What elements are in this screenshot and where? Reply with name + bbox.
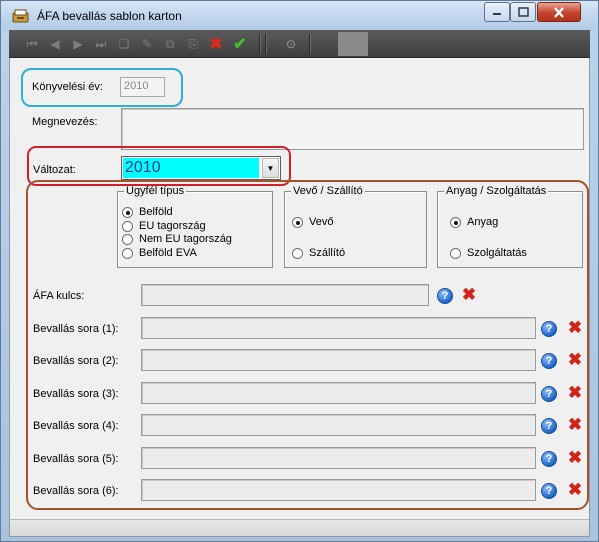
radio-belfold[interactable]: Belföld [122, 206, 173, 218]
toolbar-separator [265, 34, 267, 54]
client-type-group-title: Ügyfél típus [124, 185, 187, 197]
return-row-help-icon[interactable]: ? [541, 483, 557, 499]
new-icon: ❏ [118, 37, 130, 51]
radio-eu-tagorszag[interactable]: EU tagország [122, 220, 206, 232]
app-icon [12, 9, 29, 23]
return-row-clear-icon[interactable]: ✖ [567, 351, 583, 368]
next-icon: ▶ [73, 37, 83, 51]
new-record-button[interactable]: ❏ [115, 35, 133, 53]
accounting-year-label: Könyvelési év: [32, 81, 103, 93]
first-record-button[interactable]: ⏮ [23, 35, 41, 53]
return-row-label: Bevallás sora (3): [33, 388, 119, 400]
return-row-clear-icon[interactable]: ✖ [567, 481, 583, 498]
version-selected-value: 2010 [123, 158, 259, 178]
delete-icon: ✖ [209, 36, 223, 53]
maximize-icon [517, 7, 529, 17]
prev-icon: ◀ [50, 37, 60, 51]
return-row-label: Bevallás sora (6): [33, 485, 119, 497]
radio-belfold-eva[interactable]: Belföld EVA [122, 247, 197, 259]
radio-vevo[interactable]: Vevő [292, 216, 333, 228]
return-row-field[interactable] [141, 382, 536, 404]
accounting-year-field[interactable]: 2010 [120, 77, 165, 97]
radio-indicator [450, 247, 461, 259]
paste-icon: ⎘ [188, 36, 198, 51]
return-row-help-icon[interactable]: ? [541, 386, 557, 402]
return-row-field[interactable] [141, 349, 536, 371]
name-label: Megnevezés: [32, 116, 98, 128]
info-icon: ⊙ [285, 37, 297, 51]
vat-rate-help-icon[interactable]: ? [437, 288, 453, 304]
return-row-label: Bevallás sora (2): [33, 355, 119, 367]
version-select[interactable]: 2010 ▼ [121, 156, 281, 180]
prev-record-button[interactable]: ◀ [46, 35, 64, 53]
copy-record-button[interactable]: ⧉ [161, 35, 179, 53]
client-type-group: Ügyfél típus Belföld EU tagország Nem EU… [117, 185, 273, 268]
copy-icon: ⧉ [165, 36, 175, 51]
return-row-help-icon[interactable]: ? [541, 418, 557, 434]
last-record-button[interactable]: ⏭ [92, 35, 110, 53]
last-icon: ⏭ [95, 36, 107, 51]
edit-record-button[interactable]: ✎ [138, 35, 156, 53]
title-bar[interactable]: ÁFA bevallás sablon karton [1, 1, 598, 31]
radio-indicator [292, 216, 303, 228]
delete-record-button[interactable]: ✖ [207, 35, 225, 53]
radio-indicator [122, 233, 133, 245]
return-row-label: Bevallás sora (4): [33, 420, 119, 432]
radio-indicator [450, 216, 461, 228]
minimize-icon [493, 13, 501, 15]
first-icon: ⏮ [26, 36, 38, 51]
customer-supplier-group: Vevő / Szállító Vevő Szállító [284, 185, 427, 268]
toolbar-separator [259, 34, 261, 54]
close-button[interactable] [537, 2, 581, 22]
goods-services-group: Anyag / Szolgáltatás Anyag Szolgáltatás [437, 185, 583, 268]
paste-record-button[interactable]: ⎘ [184, 35, 202, 53]
goods-services-group-title: Anyag / Szolgáltatás [444, 185, 549, 197]
radio-indicator [122, 247, 133, 259]
chevron-down-icon[interactable]: ▼ [262, 158, 279, 178]
save-icon: ✔ [233, 36, 247, 53]
return-row-label: Bevallás sora (5): [33, 453, 119, 465]
toolbar-separator [309, 34, 311, 54]
return-row-clear-icon[interactable]: ✖ [567, 384, 583, 401]
return-row-field[interactable] [141, 447, 536, 469]
return-row-help-icon[interactable]: ? [541, 451, 557, 467]
minimize-button[interactable] [484, 2, 510, 22]
info-button[interactable]: ⊙ [282, 35, 300, 53]
close-icon [554, 6, 564, 18]
save-record-button[interactable]: ✔ [231, 35, 249, 53]
return-row-clear-icon[interactable]: ✖ [567, 319, 583, 336]
window-title: ÁFA bevallás sablon karton [37, 9, 182, 23]
version-label: Változat: [33, 164, 76, 176]
radio-indicator [122, 220, 133, 232]
return-row-field[interactable] [141, 317, 536, 339]
return-row-label: Bevallás sora (1): [33, 323, 119, 335]
radio-nem-eu-tagorszag[interactable]: Nem EU tagország [122, 233, 232, 245]
return-row-help-icon[interactable]: ? [541, 353, 557, 369]
radio-szolgaltatas[interactable]: Szolgáltatás [450, 247, 527, 259]
toolbar: ⏮ ◀ ▶ ⏭ ❏ ✎ ⧉ ⎘ ✖ ✔ ⊙ [9, 30, 590, 58]
return-row-field[interactable] [141, 479, 536, 501]
return-row-clear-icon[interactable]: ✖ [567, 449, 583, 466]
return-row-clear-icon[interactable]: ✖ [567, 416, 583, 433]
toolbar-blank-slot [338, 32, 368, 56]
name-field[interactable] [121, 108, 584, 150]
return-row-field[interactable] [141, 414, 536, 436]
return-row-help-icon[interactable]: ? [541, 321, 557, 337]
status-bar [10, 519, 589, 536]
customer-supplier-group-title: Vevő / Szállító [291, 185, 365, 197]
vat-rate-field[interactable] [141, 284, 429, 306]
radio-indicator [122, 206, 133, 218]
next-record-button[interactable]: ▶ [69, 35, 87, 53]
maximize-button[interactable] [510, 2, 536, 22]
radio-szallito[interactable]: Szállító [292, 247, 345, 259]
edit-icon: ✎ [141, 37, 153, 51]
radio-anyag[interactable]: Anyag [450, 216, 498, 228]
vat-rate-clear-icon[interactable]: ✖ [461, 286, 477, 303]
radio-indicator [292, 247, 303, 259]
vat-rate-label: ÁFA kulcs: [33, 290, 85, 302]
